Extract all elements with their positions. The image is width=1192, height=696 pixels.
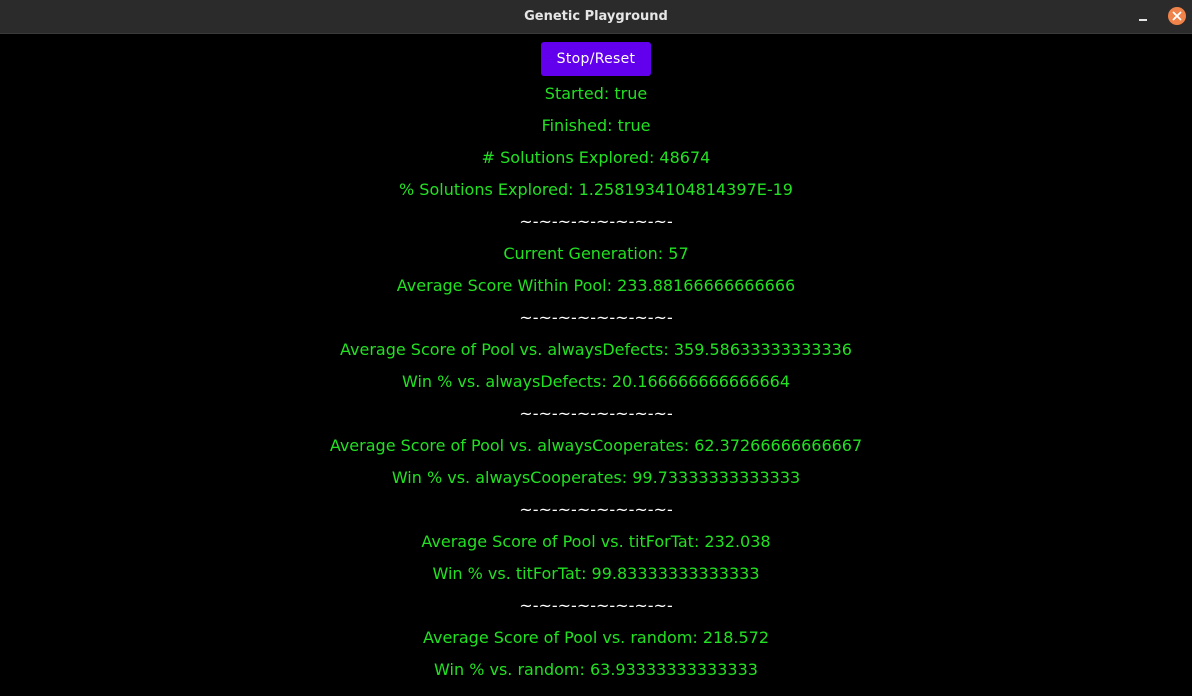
avg-score-within-pool: Average Score Within Pool: 233.881666666… (396, 276, 796, 295)
solutions-explored-count: # Solutions Explored: 48674 (481, 148, 711, 167)
win-pct-vs-always-cooperates: Win % vs. alwaysCooperates: 99.733333333… (391, 468, 801, 487)
separator: ~-~-~-~-~-~-~-~- (519, 596, 673, 615)
separator: ~-~-~-~-~-~-~-~- (519, 308, 673, 327)
stop-reset-button[interactable]: Stop/Reset (540, 42, 652, 76)
close-x-glyph (1172, 11, 1182, 21)
separator: ~-~-~-~-~-~-~-~- (519, 500, 673, 519)
minimize-icon[interactable] (1134, 8, 1152, 26)
close-icon[interactable] (1168, 7, 1186, 25)
solutions-explored-percent: % Solutions Explored: 1.2581934104814397… (399, 180, 793, 199)
window-title: Genetic Playground (524, 9, 668, 24)
separator: ~-~-~-~-~-~-~-~- (519, 212, 673, 231)
win-pct-vs-random: Win % vs. random: 63.93333333333333 (434, 660, 758, 679)
finished-status: Finished: true (541, 116, 651, 135)
win-pct-vs-tit-for-tat: Win % vs. titForTat: 99.83333333333333 (432, 564, 760, 583)
win-pct-vs-always-defects: Win % vs. alwaysDefects: 20.166666666666… (401, 372, 790, 391)
separator: ~-~-~-~-~-~-~-~- (519, 404, 673, 423)
avg-score-vs-random: Average Score of Pool vs. random: 218.57… (422, 628, 770, 647)
avg-score-vs-tit-for-tat: Average Score of Pool vs. titForTat: 232… (421, 532, 771, 551)
stats-panel: Stop/Reset Started: true Finished: true … (0, 42, 1192, 686)
avg-score-vs-always-cooperates: Average Score of Pool vs. alwaysCooperat… (329, 436, 863, 455)
started-status: Started: true (544, 84, 648, 103)
current-generation: Current Generation: 57 (503, 244, 689, 263)
title-bar[interactable]: Genetic Playground (0, 0, 1192, 34)
avg-score-vs-always-defects: Average Score of Pool vs. alwaysDefects:… (340, 340, 852, 359)
app-window: Genetic Playground Stop/Reset Started: t… (0, 0, 1192, 696)
